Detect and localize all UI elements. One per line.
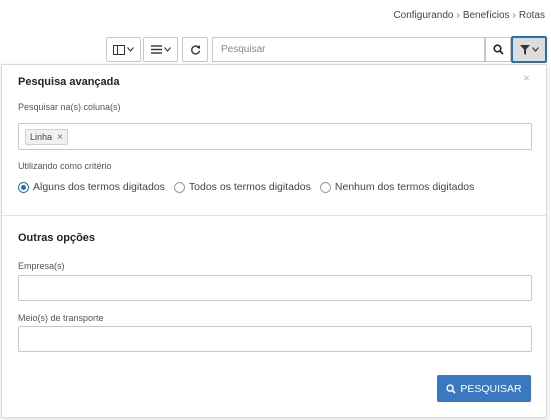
criteria-option-some-terms[interactable]: Alguns dos termos digitados — [18, 181, 165, 193]
columns-icon — [113, 44, 125, 55]
radio-unchecked-icon[interactable] — [319, 181, 331, 193]
search-button[interactable] — [485, 37, 511, 62]
list-icon — [150, 45, 162, 54]
search-submit-label: PESQUISAR — [460, 382, 522, 395]
transport-label: Meio(s) de transporte — [18, 313, 104, 323]
search-submit-button[interactable]: PESQUISAR — [437, 375, 531, 402]
chevron-down-icon — [127, 47, 134, 52]
column-tag-label: Linha — [30, 132, 53, 142]
advanced-search-panel: × Pesquisa avançada Pesquisar na(s) colu… — [1, 64, 547, 418]
breadcrumb: Configurando › Benefícios › Rotas — [393, 10, 545, 21]
search-icon — [446, 383, 457, 394]
list-options-button[interactable] — [143, 37, 178, 62]
remove-tag-icon[interactable]: × — [57, 132, 63, 143]
chevron-down-icon — [163, 47, 171, 52]
radio-unchecked-icon[interactable] — [173, 181, 185, 193]
radio-checked-icon[interactable] — [18, 181, 29, 193]
search-input[interactable] — [212, 37, 485, 62]
columns-toggle-button[interactable] — [106, 37, 141, 62]
refresh-button[interactable] — [182, 37, 208, 62]
criteria-option-label: Alguns dos termos digitados — [33, 181, 165, 193]
column-tag-linha: Linha × — [25, 129, 68, 145]
company-field[interactable] — [18, 275, 532, 301]
transport-field[interactable] — [18, 326, 532, 352]
criteria-option-no-terms[interactable]: Nenhum dos termos digitados — [319, 181, 475, 193]
breadcrumb-item-beneficios[interactable]: Benefícios — [463, 10, 510, 21]
criteria-option-label: Nenhum dos termos digitados — [334, 181, 475, 193]
close-icon[interactable]: × — [523, 71, 530, 85]
criteria-option-all-terms[interactable]: Todos os termos digitados — [173, 181, 311, 193]
breadcrumb-item-rotas: Rotas — [518, 10, 545, 21]
criteria-label: Utilizando como critério — [18, 161, 112, 171]
other-options-title: Outras opções — [18, 232, 96, 244]
refresh-icon — [190, 45, 200, 55]
criteria-option-label: Todos os termos digitados — [188, 181, 311, 193]
company-label: Empresa(s) — [18, 261, 65, 271]
search-icon — [492, 44, 504, 55]
advanced-filter-button[interactable] — [511, 36, 547, 63]
section-divider — [2, 215, 546, 216]
breadcrumb-item-configurando[interactable]: Configurando — [393, 10, 453, 21]
toolbar — [0, 36, 551, 63]
columns-label: Pesquisar na(s) coluna(s) — [18, 102, 121, 112]
criteria-radio-group: Alguns dos termos digitados Todos os ter… — [18, 181, 483, 193]
advanced-search-title: Pesquisa avançada — [18, 76, 120, 88]
columns-select-field[interactable]: Linha × — [18, 123, 532, 150]
breadcrumb-separator: › — [456, 10, 460, 21]
chevron-down-icon — [531, 47, 539, 52]
breadcrumb-separator: › — [512, 10, 516, 21]
filter-icon — [519, 44, 530, 55]
